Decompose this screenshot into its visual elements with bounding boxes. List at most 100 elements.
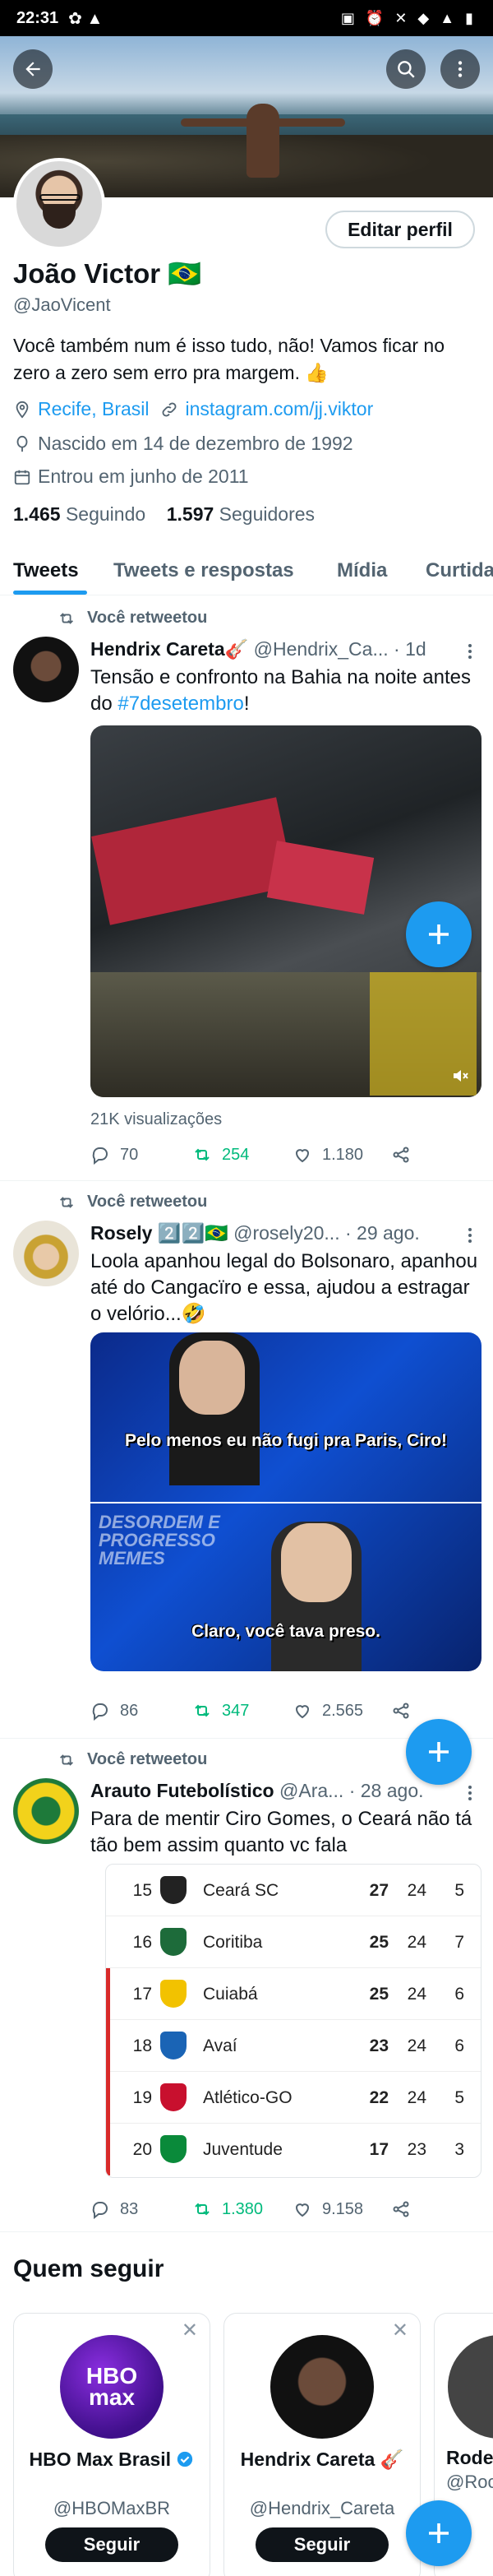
more-vertical-icon — [458, 61, 463, 77]
retweet-context: Você retweetou — [58, 1193, 207, 1212]
share-button[interactable] — [391, 1701, 421, 1721]
avatar[interactable] — [270, 2335, 374, 2439]
more-vertical-icon[interactable] — [460, 642, 480, 661]
team-crest-icon — [160, 2032, 187, 2059]
profile-website-link[interactable]: instagram.com/jj.viktor — [185, 398, 373, 420]
reply-button[interactable]: 83 — [90, 2199, 138, 2219]
tweet-header: Rosely 2️⃣2️⃣🇧🇷 @rosely20... · 29 ago. — [90, 1222, 481, 1244]
table-row: 20 Juventude 17 23 3 — [106, 2124, 481, 2175]
like-button[interactable]: 2.565 — [293, 1701, 363, 1721]
relegation-zone-marker — [106, 1968, 110, 2020]
plus-icon — [429, 2523, 449, 2543]
relegation-zone-marker — [106, 2124, 110, 2175]
meme-caption-top: Pelo menos eu não fugi pra Paris, Ciro! — [124, 1431, 448, 1450]
avatar[interactable]: HBO max — [60, 2335, 164, 2439]
avatar[interactable] — [13, 1221, 79, 1286]
more-options-button[interactable] — [440, 49, 480, 89]
profile-birth-date: Nascido em 14 de dezembro de 1992 — [38, 433, 353, 454]
card-handle: @Hendrix_Careta — [249, 2498, 395, 2518]
profile-name: João Victor 🇧🇷 — [13, 258, 202, 289]
share-icon — [393, 1147, 409, 1163]
reply-icon — [92, 1147, 108, 1165]
profile-location[interactable]: Recife, Brasil — [38, 398, 149, 420]
compose-tweet-button[interactable] — [406, 2500, 472, 2566]
team-crest-icon — [160, 1876, 187, 1904]
tweet-text: Tensão e confronto na Bahia na noite ant… — [90, 666, 472, 715]
follow-card-hbomax[interactable]: ✕ HBO max HBO Max Brasil @HBOMaxBR Segui… — [13, 2313, 210, 2576]
tab-likes[interactable]: Curtidas — [426, 559, 493, 582]
location-pin-icon — [16, 401, 29, 419]
tweet-time: · 29 ago. — [344, 1222, 420, 1244]
tab-tweets-and-replies[interactable]: Tweets e respostas — [113, 559, 294, 582]
tweet-rosely[interactable]: Você retweetou Rosely 2️⃣2️⃣🇧🇷 @rosely20… — [0, 1181, 493, 1739]
who-to-follow-title: Quem seguir — [13, 2255, 164, 2282]
more-vertical-icon[interactable] — [460, 1783, 480, 1803]
search-button[interactable] — [386, 49, 426, 89]
share-button[interactable] — [391, 2199, 421, 2219]
following-link[interactable]: 1.465 Seguindo — [13, 503, 145, 525]
follow-button[interactable]: Seguir — [45, 2527, 178, 2562]
share-icon — [393, 1703, 409, 1719]
retweet-button[interactable]: 347 — [192, 1701, 249, 1721]
reply-button[interactable]: 86 — [90, 1701, 138, 1721]
compose-tweet-button[interactable] — [406, 901, 472, 967]
profile-avatar[interactable] — [13, 158, 105, 250]
tweet-hendrix[interactable]: Você retweetou Hendrix Careta🎸 @Hendrix_… — [0, 597, 493, 1181]
tweet-actions: 70 254 1.180 — [90, 1145, 481, 1170]
relegation-zone-marker — [106, 2072, 110, 2124]
profile-meta-birth: Nascido em 14 de dezembro de 1992 — [13, 433, 353, 455]
tab-tweets[interactable]: Tweets — [13, 559, 79, 582]
table-row: 18 Avaí 23 24 6 — [106, 2020, 481, 2072]
hashtag-link[interactable]: #7desetembro — [117, 693, 243, 715]
link-icon — [163, 402, 177, 416]
back-button[interactable] — [13, 49, 53, 89]
calendar-icon — [14, 470, 30, 484]
follow-card-hendrix[interactable]: ✕ Hendrix Careta 🎸 @Hendrix_Careta Segui… — [223, 2313, 421, 2576]
team-crest-icon — [160, 1928, 187, 1956]
more-vertical-icon[interactable] — [460, 1225, 480, 1245]
tweet-image-standings-table[interactable]: 15 Ceará SC 27 24 5 16 Coritiba 25 24 7 … — [105, 1864, 481, 2178]
heart-icon — [295, 1705, 310, 1719]
retweet-context: Você retweetou — [58, 1750, 207, 1769]
tweet-header: Arauto Futebolístico @Ara... · 28 ago. — [90, 1780, 481, 1802]
author-handle: @Ara... — [279, 1780, 344, 1801]
dismiss-icon[interactable]: ✕ — [182, 2319, 198, 2342]
follow-button[interactable]: Seguir — [256, 2527, 389, 2562]
team-crest-icon — [160, 2135, 187, 2163]
active-tab-indicator — [13, 591, 87, 595]
author-name[interactable]: Rosely 2️⃣2️⃣🇧🇷 — [90, 1222, 228, 1244]
tweet-image[interactable]: Pelo menos eu não fugi pra Paris, Ciro! … — [90, 1332, 481, 1671]
tweet-time: · 1d — [394, 638, 426, 660]
compose-tweet-button[interactable] — [406, 1719, 472, 1785]
relegation-zone-marker — [106, 2020, 110, 2072]
dismiss-icon[interactable]: ✕ — [392, 2319, 408, 2342]
share-button[interactable] — [391, 1145, 421, 1165]
edit-profile-button[interactable]: Editar perfil — [325, 211, 475, 248]
hbo-max-logo: HBO max — [85, 2363, 138, 2410]
avatar[interactable] — [448, 2335, 493, 2439]
like-button[interactable]: 9.158 — [293, 2199, 363, 2219]
author-name[interactable]: Arauto Futebolístico — [90, 1780, 274, 1801]
tab-media[interactable]: Mídia — [337, 559, 387, 582]
card-handle: @HBOMaxBR — [53, 2498, 171, 2518]
mute-icon[interactable] — [450, 1066, 470, 1086]
tweet-actions: 83 1.380 9.158 — [90, 2199, 481, 2224]
like-button[interactable]: 1.180 — [293, 1145, 363, 1165]
avatar[interactable] — [13, 637, 79, 702]
retweet-icon — [195, 1148, 210, 1161]
reply-button[interactable]: 70 — [90, 1145, 138, 1165]
watermark: DESORDEM E PROGRESSO MEMES — [99, 1512, 220, 1568]
retweet-context: Você retweetou — [58, 609, 207, 628]
retweet-button[interactable]: 1.380 — [192, 2199, 263, 2219]
heart-icon — [295, 2203, 310, 2217]
author-name[interactable]: Hendrix Careta🎸 — [90, 638, 248, 660]
view-count: 21K visualizações — [90, 1110, 223, 1128]
tweet-text: Para de mentir Ciro Gomes, o Ceará não t… — [90, 1808, 472, 1856]
team-crest-icon — [160, 1980, 187, 2008]
author-handle: @Hendrix_Ca... — [253, 638, 389, 660]
tweet-text: Loola apanhou legal do Bolsonaro, apanho… — [90, 1250, 478, 1325]
avatar[interactable] — [13, 1778, 79, 1844]
status-bar: 22:31 ✿ ▲ ▣ ⏰ ✕ ◆ ▲ ▮ — [0, 0, 493, 36]
followers-link[interactable]: 1.597 Seguidores — [167, 503, 315, 525]
retweet-button[interactable]: 254 — [192, 1145, 249, 1165]
